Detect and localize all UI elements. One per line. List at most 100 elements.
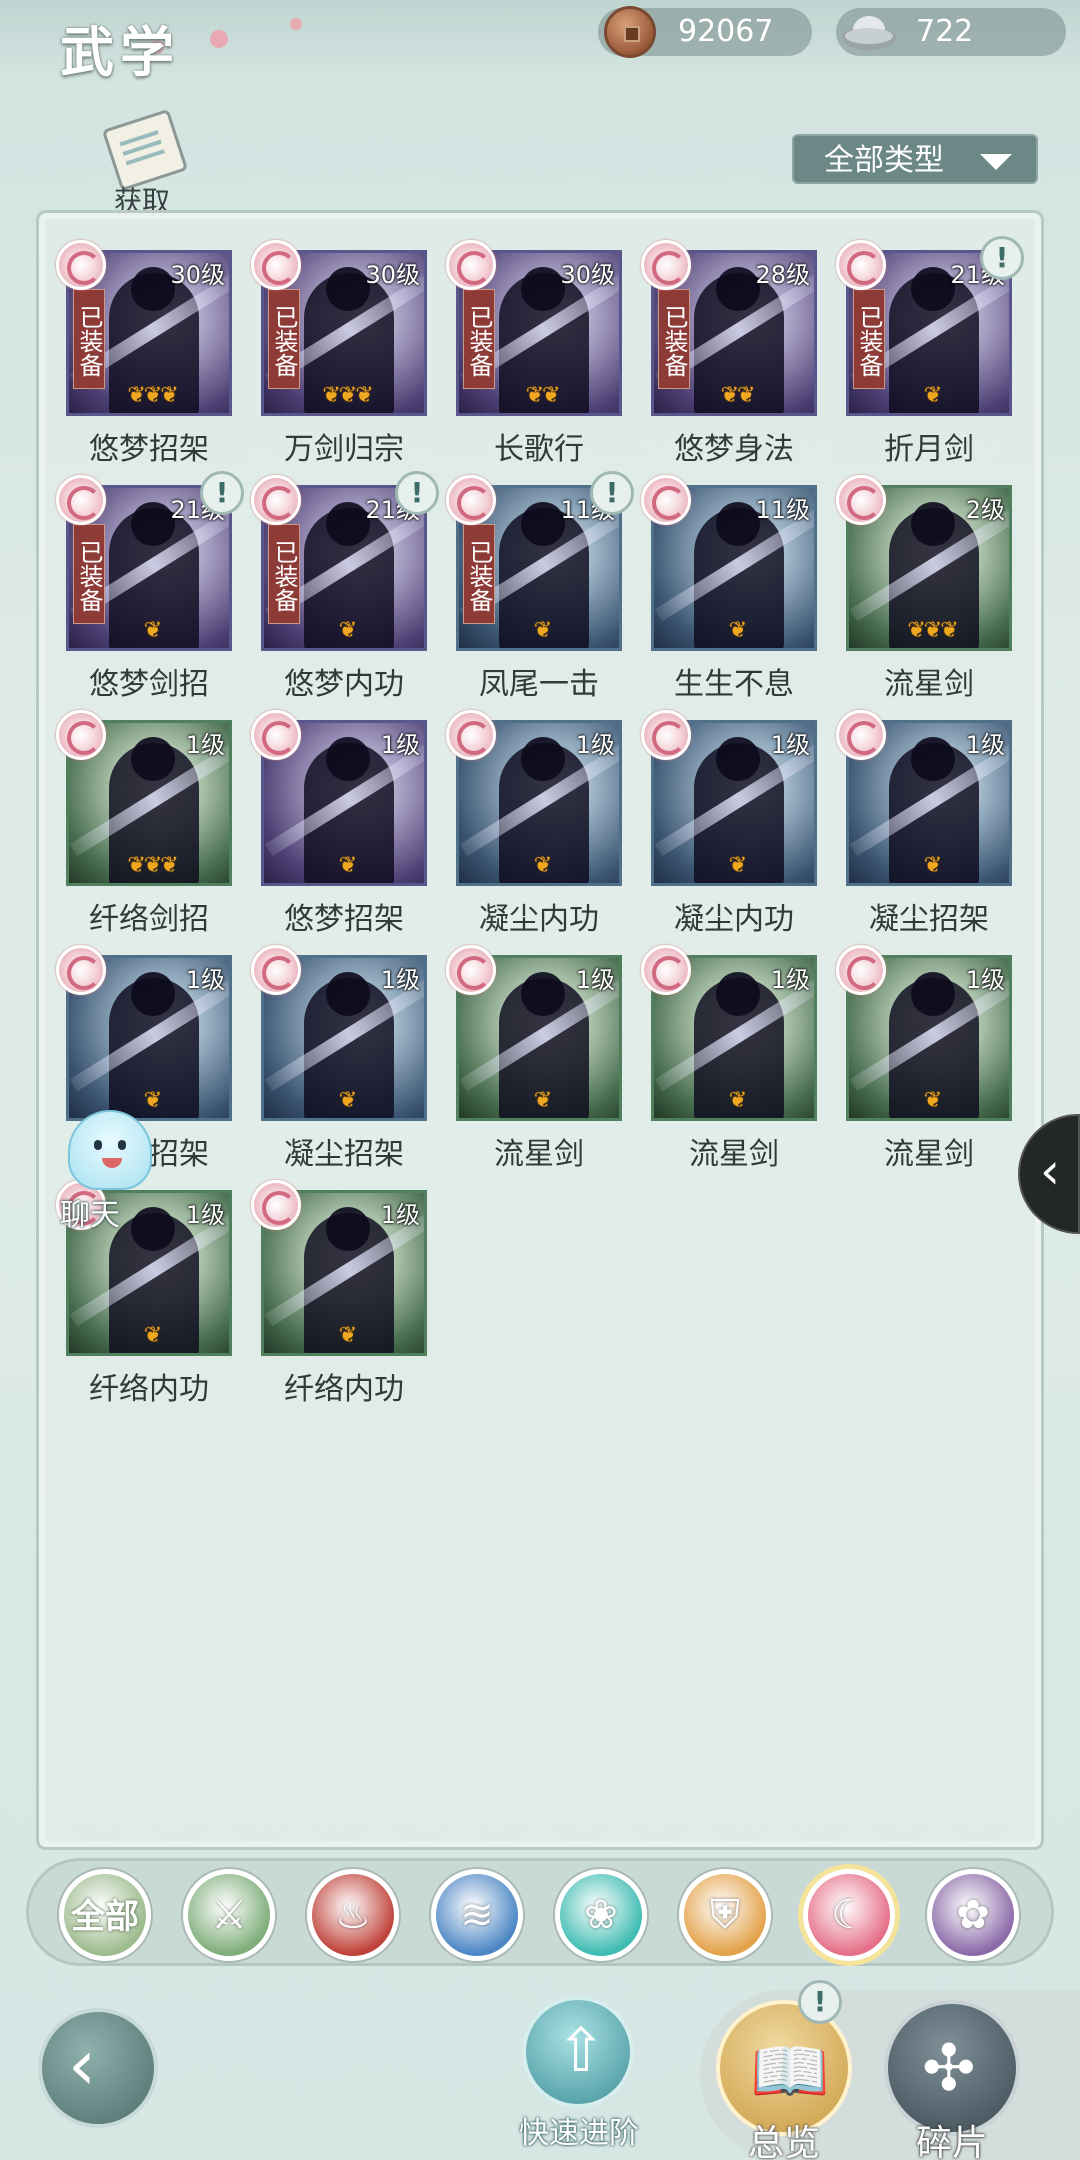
equipped-badge: 已装备 (853, 289, 885, 389)
quick-advance-label: 快速进阶 (519, 2116, 639, 2151)
quick-advance-button[interactable]: ⇧ 快速进阶 (514, 1996, 644, 2151)
overview-tab[interactable]: 📖 ! 总览 (716, 1980, 852, 2160)
skill-level: 2级 (965, 496, 1005, 524)
copper-coin-icon (604, 6, 656, 58)
category-wave[interactable]: ≋ (431, 1869, 523, 1961)
skill-level: 1级 (770, 966, 810, 994)
category-moon[interactable]: ☾ (803, 1869, 895, 1961)
skill-name: 长歌行 (494, 432, 584, 467)
moon-school-icon (641, 240, 691, 290)
moon-school-icon (56, 240, 106, 290)
skill-name: 流星剑 (494, 1137, 584, 1172)
moon-school-icon (446, 710, 496, 760)
flame-rank-icon: ❦❦ (525, 383, 561, 408)
skill-card[interactable]: 1级 ❦ 悠梦招架 (251, 710, 427, 937)
category-flame[interactable]: ♨ (307, 1869, 399, 1961)
skill-card[interactable]: 11级 ❦ 生生不息 (641, 475, 817, 702)
moon-school-icon (56, 475, 106, 525)
flame-icon: ♨ (335, 1892, 371, 1938)
skill-level: 1级 (575, 731, 615, 759)
skill-card[interactable]: 11级 已装备 ❦! 凤尾一击 (446, 471, 634, 702)
category-sword[interactable]: ⚔ (183, 1869, 275, 1961)
category-all[interactable]: 全部 (59, 1869, 151, 1961)
skill-card[interactable]: 1级 ❦ 流星剑 (836, 945, 1012, 1172)
skill-card[interactable]: 1级 ❦ 凝尘内功 (641, 710, 817, 937)
alert-badge-icon: ! (590, 471, 634, 515)
moon-school-icon (251, 710, 301, 760)
skill-card[interactable]: 30级 已装备 ❦❦❦ 悠梦招架 (56, 240, 232, 467)
chevron-left-icon: ‹ (1040, 1142, 1060, 1200)
flame-rank-icon: ❦❦❦ (322, 383, 373, 408)
fragments-label: 碎片 (915, 2123, 988, 2160)
skill-level: 1级 (770, 731, 810, 759)
skill-name: 纤络剑招 (89, 902, 209, 937)
skill-card[interactable]: 21级 已装备 ❦! 悠梦剑招 (56, 471, 244, 702)
flame-rank-icon: ❦ (338, 853, 357, 878)
skill-card[interactable]: 1级 ❦ 凝尘内功 (446, 710, 622, 937)
coin-counter: 92067 (598, 6, 812, 58)
flame-rank-icon: ❦❦❦ (127, 383, 178, 408)
flame-rank-icon: ❦ (338, 1323, 357, 1348)
flame-rank-icon: ❦ (338, 618, 357, 643)
sword-icon: ⚔ (211, 1892, 247, 1938)
blossom-decoration (290, 18, 302, 30)
silver-amount: 722 (916, 14, 974, 49)
skill-card[interactable]: 1级 ❦ 流星剑 (446, 945, 622, 1172)
chat-button[interactable]: 聊天 (54, 1110, 154, 1233)
fragments-tab[interactable]: ✣ 碎片 (884, 2000, 1020, 2160)
skill-card[interactable]: 1级 ❦ 凝尘招架 (836, 710, 1012, 937)
skill-name: 流星剑 (689, 1137, 779, 1172)
overview-label: 总览 (747, 2123, 820, 2160)
flame-rank-icon: ❦ (143, 618, 162, 643)
back-button[interactable]: ‹ (38, 2008, 158, 2128)
flame-rank-icon: ❦ (533, 853, 552, 878)
skill-card[interactable]: 28级 已装备 ❦❦ 悠梦身法 (641, 240, 817, 467)
scroll-icon (101, 108, 189, 192)
flame-rank-icon: ❦ (728, 618, 747, 643)
moon-school-icon (56, 710, 106, 760)
moon-school-icon (641, 945, 691, 995)
category-shield[interactable]: ⛨ (679, 1869, 771, 1961)
flame-rank-icon: ❦❦ (720, 383, 756, 408)
skill-name: 纤络内功 (89, 1372, 209, 1407)
acquire-button[interactable]: 获取 (100, 108, 190, 218)
skill-name: 悠梦内功 (284, 667, 404, 702)
skill-name: 凤尾一击 (479, 667, 599, 702)
silver-ingot-icon (842, 16, 896, 50)
skill-card[interactable]: 30级 已装备 ❦❦ 长歌行 (446, 240, 622, 467)
skill-level: 1级 (185, 966, 225, 994)
skill-card[interactable]: 1级 ❦❦❦ 纤络剑招 (56, 710, 232, 937)
skill-card[interactable]: 21级 已装备 ❦! 折月剑 (836, 236, 1024, 467)
skill-card[interactable]: 1级 ❦ 纤络内功 (251, 1180, 427, 1407)
rose-icon: ✿ (956, 1892, 990, 1938)
moon-school-icon (836, 710, 886, 760)
skill-card[interactable]: 21级 已装备 ❦! 悠梦内功 (251, 471, 439, 702)
type-filter-dropdown[interactable]: 全部类型 (792, 134, 1038, 184)
skill-card[interactable]: 1级 ❦ 流星剑 (641, 945, 817, 1172)
equipped-badge: 已装备 (463, 289, 495, 389)
moon-school-icon (251, 475, 301, 525)
skill-card[interactable]: 1级 ❦ 凝尘招架 (251, 945, 427, 1172)
skill-card[interactable]: 30级 已装备 ❦❦❦ 万剑归宗 (251, 240, 427, 467)
equipped-badge: 已装备 (268, 289, 300, 389)
moon-school-icon (251, 945, 301, 995)
skill-name: 凝尘招架 (284, 1137, 404, 1172)
skill-card[interactable]: 2级 ❦❦❦ 流星剑 (836, 475, 1012, 702)
skill-level: 30级 (170, 261, 225, 289)
skill-name: 流星剑 (884, 667, 974, 702)
equipped-badge: 已装备 (658, 289, 690, 389)
skill-level: 11级 (755, 496, 810, 524)
blossom-decoration (210, 30, 228, 48)
flame-rank-icon: ❦ (923, 853, 942, 878)
skill-name: 折月剑 (884, 432, 974, 467)
moon-school-icon (446, 945, 496, 995)
quick-advance-circle: ⇧ (522, 1996, 634, 2108)
category-rose[interactable]: ✿ (927, 1869, 1019, 1961)
category-butterfly[interactable]: ❀ (555, 1869, 647, 1961)
equipped-badge: 已装备 (268, 524, 300, 624)
category-bar: 全部 ⚔ ♨ ≋ ❀ ⛨ ☾ ✿ (26, 1858, 1054, 1966)
butterfly-icon: ❀ (584, 1892, 618, 1938)
skill-name: 悠梦招架 (89, 432, 209, 467)
skill-name: 悠梦剑招 (89, 667, 209, 702)
type-filter-label: 全部类型 (824, 143, 944, 178)
